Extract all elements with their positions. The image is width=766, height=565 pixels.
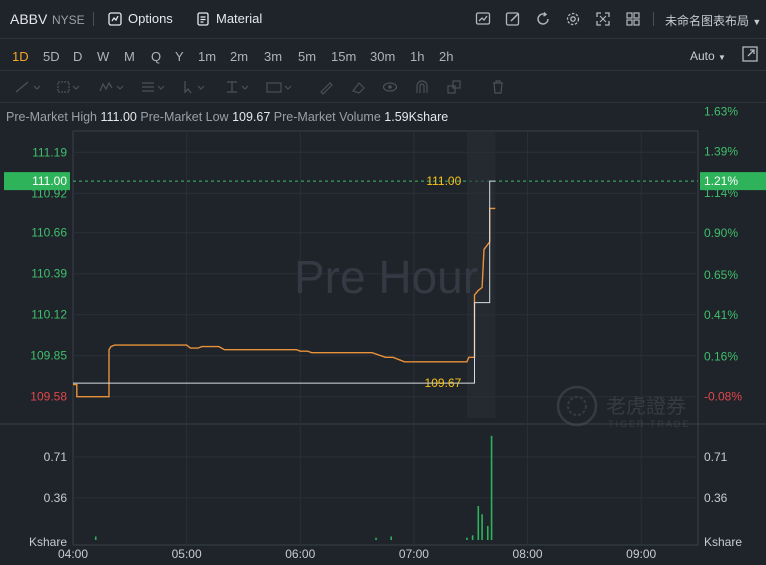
price-tick-label: 109.85: [30, 349, 67, 363]
volume-tick-label-right: 0.36: [704, 491, 728, 505]
percent-tick-label: 1.63%: [704, 105, 738, 119]
price-tick-label: 110.39: [31, 267, 67, 281]
brand-watermark: 老虎證券 TIGER TRADE: [556, 385, 690, 429]
price-chart[interactable]: Pre Hour 老虎證券 TIGER TRADE 04:00 05:00 06:0…: [0, 0, 766, 565]
percent-tick-label: 1.39%: [704, 145, 738, 159]
high-marker-label: 111.00: [426, 174, 461, 188]
volume-bar: [94, 536, 97, 540]
volume-tick-label: 0.71: [44, 450, 68, 464]
current-price-value: 111.00: [32, 174, 67, 188]
brand-en: TIGER TRADE: [608, 419, 690, 429]
volume-bars: [94, 435, 493, 540]
volume-unit-label: Kshare: [29, 535, 67, 549]
percent-tick-label: 0.90%: [704, 226, 738, 240]
tiger-logo-inner: [567, 396, 587, 416]
volume-bar: [471, 535, 474, 540]
axis-labels: 04:00 05:00 06:00 07:00 08:00 09:00 111.19 110.…: [4, 105, 766, 561]
volume-bar: [390, 536, 392, 540]
x-tick-label: 04:00: [58, 547, 88, 561]
x-tick-label: 05:00: [172, 547, 202, 561]
price-tick-label: 110.66: [31, 226, 67, 240]
percent-tick-label: 0.41%: [704, 308, 738, 322]
volume-tick-label-right: 0.71: [704, 450, 728, 464]
low-marker-label: 109.67: [425, 376, 462, 390]
percent-tick-label: -0.08%: [704, 389, 742, 403]
current-percent-value: 1.21%: [704, 174, 738, 188]
price-tick-label: 109.58: [30, 390, 67, 404]
volume-bar: [477, 506, 480, 540]
session-watermark: Pre Hour: [294, 251, 478, 303]
volume-unit-label-right: Kshare: [704, 535, 742, 549]
tiger-logo-icon: [556, 385, 598, 427]
brand-cn: 老虎證券: [606, 394, 686, 418]
x-tick-label: 08:00: [513, 547, 543, 561]
grid: [0, 130, 766, 546]
price-tick-label: 111.19: [32, 145, 67, 159]
volume-bar: [490, 435, 493, 540]
price-tick-label: 110.12: [31, 308, 67, 322]
percent-tick-label: 0.16%: [704, 349, 738, 363]
volume-bar: [481, 514, 483, 540]
volume-bar: [375, 537, 377, 540]
volume-bar: [486, 525, 489, 540]
volume-bar: [466, 537, 468, 540]
x-tick-label: 06:00: [285, 547, 315, 561]
x-tick-label: 09:00: [626, 547, 656, 561]
volume-tick-label: 0.36: [44, 491, 68, 505]
x-tick-label: 07:00: [399, 547, 429, 561]
percent-tick-label: 0.65%: [704, 268, 738, 282]
